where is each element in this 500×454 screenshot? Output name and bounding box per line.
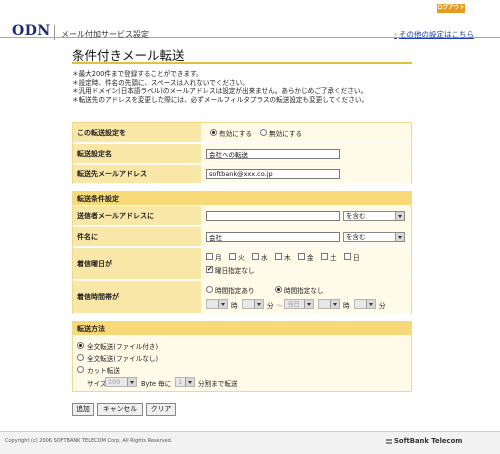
subject-input[interactable] <box>206 232 340 242</box>
header-divider <box>54 25 55 40</box>
weekday-none-label: 曜日指定なし <box>215 267 255 275</box>
enable-radio[interactable] <box>210 129 217 136</box>
note-line: ＊転送先のアドレスを変更した際には、必ずメールフィルタプラスの転送設定も変更して… <box>72 95 369 104</box>
chevron-down-icon <box>218 300 227 308</box>
weekday-label: 着信曜日が <box>73 248 201 279</box>
sender-row: 送信者メールアドレスに を含む <box>73 206 411 226</box>
chevron-down-icon <box>395 233 404 241</box>
disable-radio[interactable] <box>260 129 267 136</box>
note-line: ＊設定時、件名の先頭に、スペースは入れないでください。 <box>72 78 249 87</box>
add-button[interactable]: 追加 <box>72 403 94 416</box>
start-hour-unit: 時 <box>231 302 238 310</box>
chevron-down-icon <box>330 300 339 308</box>
enable-option-label: 有効にする <box>219 130 253 138</box>
rule-name-input[interactable] <box>206 149 340 159</box>
end-hour-unit: 時 <box>343 302 350 310</box>
method-panel: 転送方法 全文転送(ファイル付き) 全文転送(ファイルなし) カット転送 サイズ… <box>72 321 412 392</box>
time-range-separator: ～ <box>276 302 283 310</box>
weekday-none-checkbox[interactable] <box>206 265 213 273</box>
weekday-label-mon: 月 <box>215 254 222 262</box>
weekday-label-thu: 木 <box>284 254 291 262</box>
conditions-section-title: 転送条件設定 <box>73 192 411 205</box>
sender-input[interactable] <box>206 211 340 221</box>
time-label: 着信時間帯が <box>73 281 201 313</box>
dest-label: 転送先メールアドレス <box>73 165 201 183</box>
header-bar: ODN メール付加サービス設定 › その他の設定はこちら <box>0 14 500 40</box>
clear-button[interactable]: クリア <box>146 403 176 416</box>
weekday-checkbox-tue[interactable] <box>229 253 236 260</box>
subject-label: 件名に <box>73 227 201 246</box>
chevron-down-icon <box>304 300 313 308</box>
basic-settings-panel: この転送設定を 有効にする 無効にする 転送設定名 転送先メールアドレス <box>72 122 412 184</box>
chevron-down-icon <box>254 300 263 308</box>
other-settings-link[interactable]: › その他の設定はこちら <box>394 29 474 40</box>
method-full-with-file-label: 全文転送(ファイル付き) <box>87 343 159 351</box>
note-line: ＊最大200件まで登録することができます。 <box>72 70 203 78</box>
chevron-down-icon <box>366 300 375 308</box>
method-full-no-file-radio[interactable] <box>77 354 84 361</box>
note-line: ＊汎用ドメイン(日本語ラベル)のメールアドレスは設定が出来ません。あらかじめご了… <box>72 87 368 96</box>
chevron-down-icon <box>127 378 136 386</box>
disable-option-label: 無効にする <box>269 130 303 138</box>
start-minute-unit: 分 <box>267 302 274 310</box>
weekday-label-fri: 金 <box>307 254 314 262</box>
weekday-checkbox-mon[interactable] <box>206 253 213 260</box>
start-hour-select[interactable] <box>206 299 228 309</box>
subject-row: 件名に を含む <box>73 227 411 247</box>
footer: Copyright (c) 2006 SOFTBANK TELECOM Corp… <box>0 431 500 454</box>
weekday-label-sun: 日 <box>353 254 360 262</box>
weekday-label-tue: 火 <box>238 254 245 262</box>
cancel-button[interactable]: キャンセル <box>97 403 143 416</box>
sender-match-select[interactable]: を含む <box>343 211 405 221</box>
subject-match-select[interactable]: を含む <box>343 232 405 242</box>
weekday-row: 着信曜日が 月 火 水 木 金 土 日 曜日指定なし <box>73 248 411 280</box>
weekday-checkbox-wed[interactable] <box>252 253 259 260</box>
split-select[interactable]: 1 <box>175 377 195 387</box>
name-row: 転送設定名 <box>73 144 411 164</box>
size-label: サイズ <box>87 380 107 388</box>
method-cut-label: カット転送 <box>87 367 120 375</box>
name-label: 転送設定名 <box>73 144 201 163</box>
arrow-right-icon: › <box>394 30 397 39</box>
time-specified-radio[interactable] <box>206 286 213 293</box>
size-unit: Byte 毎に <box>141 380 172 388</box>
day-select[interactable]: 当日 <box>284 299 314 309</box>
end-minute-unit: 分 <box>379 302 386 310</box>
conditions-panel: 転送条件設定 送信者メールアドレスに を含む 件名に を含む 着信曜日が 月 火… <box>72 191 412 314</box>
size-select[interactable]: 100 <box>105 377 137 387</box>
title-underline <box>72 62 412 64</box>
chevron-down-icon <box>185 378 194 386</box>
end-hour-select[interactable] <box>318 299 340 309</box>
method-section-title: 転送方法 <box>73 322 411 335</box>
logout-button[interactable]: ログアウト <box>437 4 465 13</box>
dest-email-input[interactable] <box>206 169 340 179</box>
time-unspecified-label: 時間指定なし <box>284 287 324 295</box>
split-suffix: 分割まで転送 <box>198 380 238 388</box>
time-unspecified-radio[interactable] <box>275 286 282 293</box>
weekday-label-sat: 土 <box>330 254 337 262</box>
softbank-logo-icon <box>386 439 392 444</box>
dest-row: 転送先メールアドレス <box>73 165 411 184</box>
softbank-brand: SoftBank Telecom <box>394 437 463 445</box>
notes: ＊最大200件まで登録することができます。 ＊設定時、件名の先頭に、スペースは入… <box>72 70 368 104</box>
service-title: メール付加サービス設定 <box>61 30 149 39</box>
weekday-checkbox-fri[interactable] <box>298 253 305 260</box>
weekday-checkbox-thu[interactable] <box>275 253 282 260</box>
sender-label: 送信者メールアドレスに <box>73 206 201 225</box>
end-minute-select[interactable] <box>354 299 376 309</box>
enable-row: この転送設定を 有効にする 無効にする <box>73 123 411 143</box>
weekday-checkbox-sat[interactable] <box>321 253 328 260</box>
method-cut-radio[interactable] <box>77 366 84 373</box>
weekday-checkbox-sun[interactable] <box>344 253 351 260</box>
method-full-with-file-radio[interactable] <box>77 342 84 349</box>
weekday-label-wed: 水 <box>261 254 268 262</box>
method-full-no-file-label: 全文転送(ファイルなし) <box>87 355 159 363</box>
start-minute-select[interactable] <box>242 299 264 309</box>
time-specified-label: 時間指定あり <box>215 287 255 295</box>
odn-logo: ODN <box>12 23 51 39</box>
chevron-down-icon <box>395 212 404 220</box>
time-row: 着信時間帯が 時間指定あり 時間指定なし 時 分 ～ 当日 時 分 <box>73 281 411 314</box>
enable-label: この転送設定を <box>73 123 201 142</box>
copyright-text: Copyright (c) 2006 SOFTBANK TELECOM Corp… <box>5 438 173 444</box>
